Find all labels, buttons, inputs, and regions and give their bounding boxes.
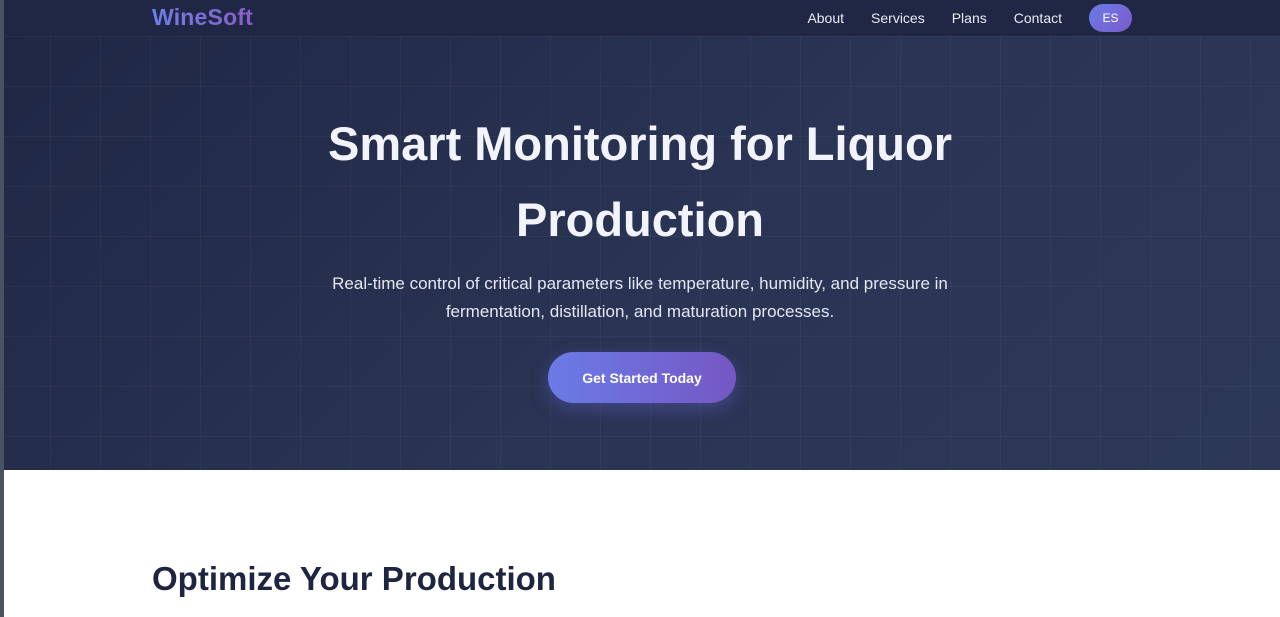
nav-link-about[interactable]: About bbox=[807, 10, 844, 26]
hero-title-line-1: Smart Monitoring for Liquor bbox=[328, 117, 952, 170]
hero-subtitle-line-2: fermentation, distillation, and maturati… bbox=[445, 302, 835, 321]
hero-section: Smart Monitoring for Liquor Production R… bbox=[0, 36, 1280, 470]
nav-link-plans[interactable]: Plans bbox=[952, 10, 987, 26]
top-navbar: WineSoft About Services Plans Contact ES bbox=[0, 0, 1280, 36]
nav-links: About Services Plans Contact ES bbox=[807, 0, 1132, 36]
hero-subtitle-line-1: Real-time control of critical parameters… bbox=[332, 274, 948, 293]
get-started-button[interactable]: Get Started Today bbox=[548, 352, 736, 403]
section-title: Optimize Your Production bbox=[152, 560, 556, 597]
window-edge bbox=[0, 0, 4, 617]
language-toggle-button[interactable]: ES bbox=[1089, 4, 1132, 32]
hero-title: Smart Monitoring for Liquor Production bbox=[240, 106, 1040, 258]
page: WineSoft About Services Plans Contact ES… bbox=[0, 0, 1280, 617]
nav-link-services[interactable]: Services bbox=[871, 10, 925, 26]
brand-logo[interactable]: WineSoft bbox=[152, 4, 253, 31]
nav-link-contact[interactable]: Contact bbox=[1014, 10, 1062, 26]
hero-subtitle: Real-time control of critical parameters… bbox=[290, 270, 990, 326]
hero-title-line-2: Production bbox=[515, 193, 765, 246]
